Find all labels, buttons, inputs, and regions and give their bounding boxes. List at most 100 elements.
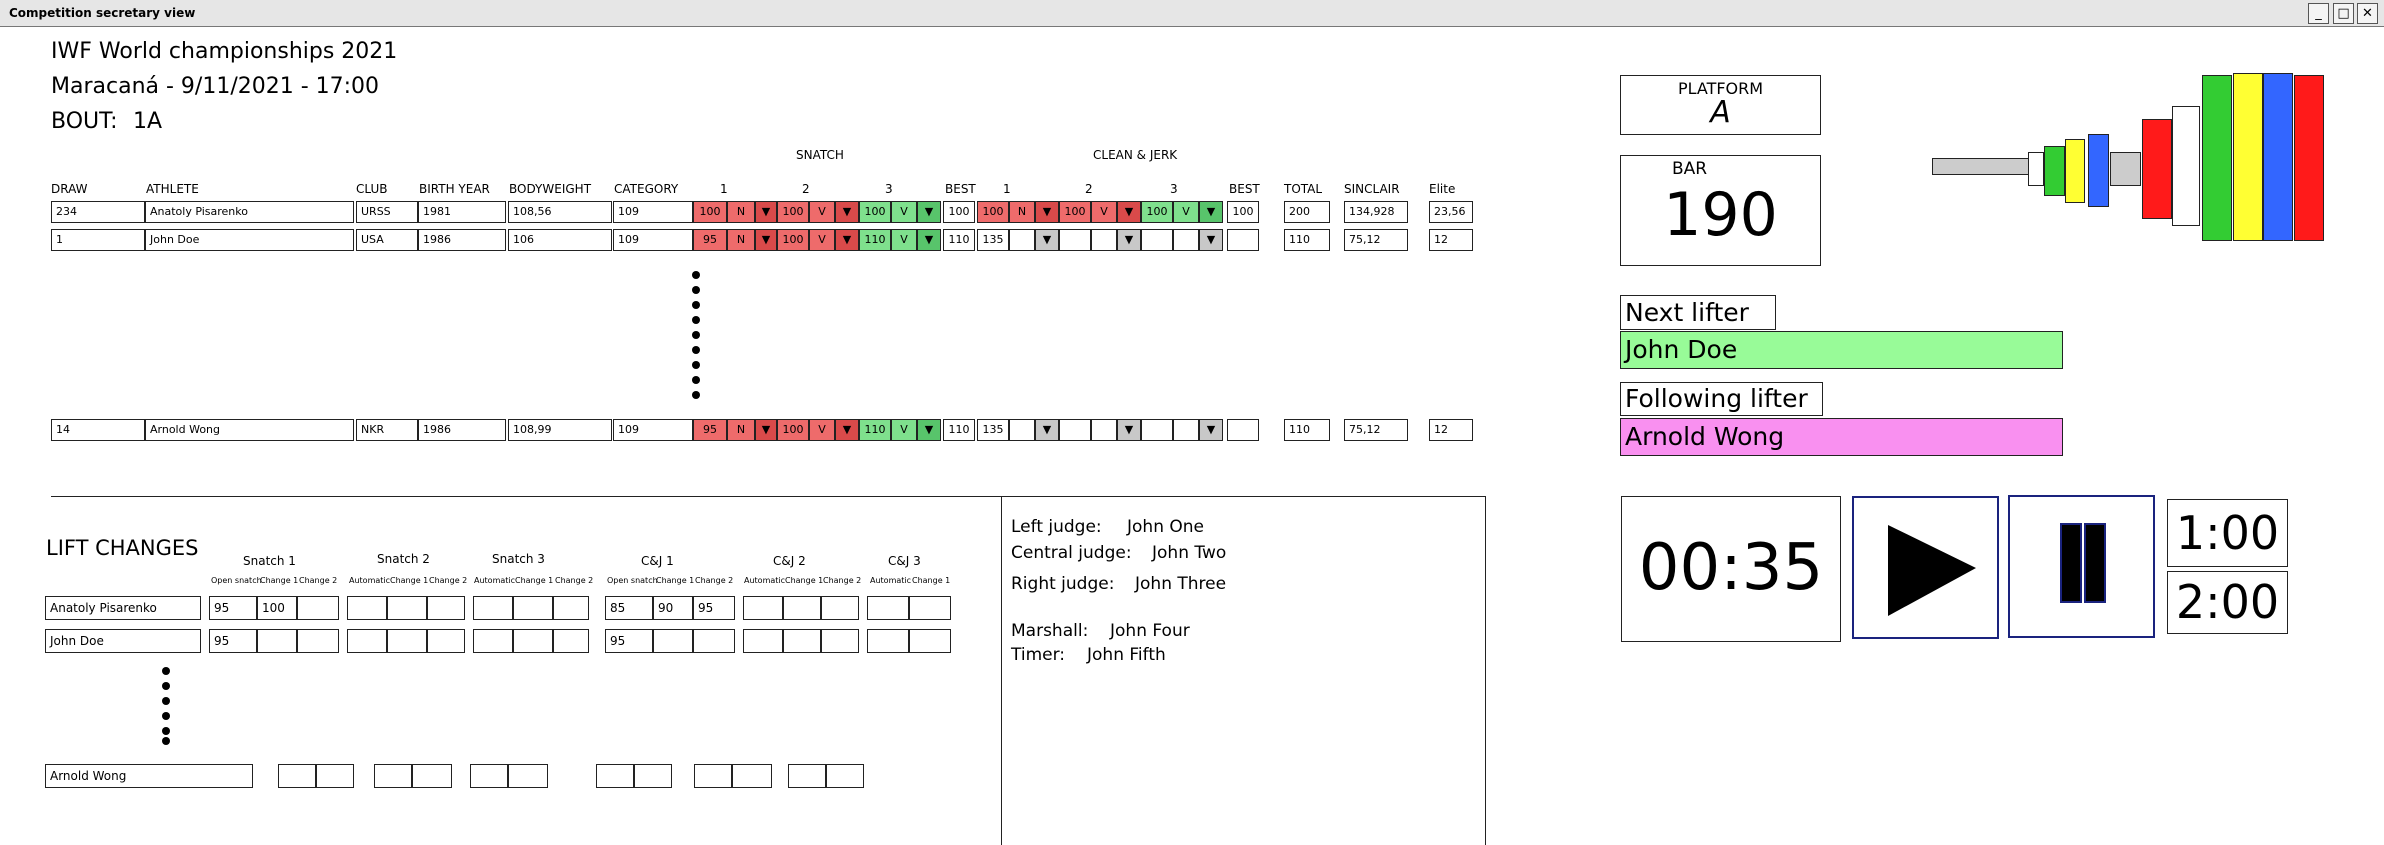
cj-best-field[interactable] (1227, 229, 1259, 251)
dropdown-arrow-icon[interactable]: ▼ (1199, 419, 1223, 441)
change-field[interactable]: 90 (653, 596, 693, 620)
dropdown-arrow-icon[interactable]: ▼ (1035, 229, 1059, 251)
cj2-weight[interactable]: 100 (1059, 201, 1091, 223)
sinclair-field[interactable]: 134,928 (1344, 201, 1408, 223)
athlete-field[interactable]: Arnold Wong (45, 764, 253, 788)
draw-field[interactable]: 1 (51, 229, 145, 251)
change-field[interactable] (783, 629, 821, 653)
sinclair-field[interactable]: 75,12 (1344, 419, 1408, 441)
change-field[interactable] (826, 764, 864, 788)
draw-field[interactable]: 14 (51, 419, 145, 441)
change-field[interactable] (821, 629, 859, 653)
change-field[interactable] (653, 629, 693, 653)
change-field[interactable] (693, 629, 735, 653)
birth-year-field[interactable]: 1981 (418, 201, 506, 223)
change-field[interactable] (634, 764, 672, 788)
cj1-result[interactable] (1009, 229, 1035, 251)
cj2-result[interactable]: V (1091, 201, 1117, 223)
dropdown-arrow-icon[interactable]: ▼ (835, 419, 859, 441)
snatch1-weight[interactable]: 95 (693, 229, 727, 251)
change-field[interactable] (508, 764, 548, 788)
snatch2-weight[interactable]: 100 (777, 419, 809, 441)
open-cj-field[interactable]: 85 (605, 596, 653, 620)
club-field[interactable]: URSS (356, 201, 418, 223)
snatch1-result[interactable]: N (727, 229, 755, 251)
dropdown-arrow-icon[interactable]: ▼ (917, 229, 941, 251)
snatch1-weight[interactable]: 100 (693, 201, 727, 223)
cj3-weight[interactable]: 100 (1141, 201, 1173, 223)
cj3-result[interactable] (1173, 419, 1199, 441)
club-field[interactable]: USA (356, 229, 418, 251)
preset-1min-button[interactable]: 1:00 (2167, 499, 2288, 567)
change-field[interactable] (821, 596, 859, 620)
snatch2-weight[interactable]: 100 (777, 201, 809, 223)
snatch2-result[interactable]: V (809, 229, 835, 251)
cj3-weight[interactable] (1141, 419, 1173, 441)
elite-field[interactable]: 23,56 (1429, 201, 1473, 223)
dropdown-arrow-icon[interactable]: ▼ (835, 201, 859, 223)
athlete-field[interactable]: Arnold Wong (145, 419, 354, 441)
change-field[interactable] (553, 629, 589, 653)
change-field[interactable] (596, 764, 634, 788)
category-field[interactable]: 109 (613, 229, 693, 251)
dropdown-arrow-icon[interactable]: ▼ (1117, 201, 1141, 223)
cj2-result[interactable] (1091, 229, 1117, 251)
change-field[interactable] (387, 629, 427, 653)
snatch1-result[interactable]: N (727, 201, 755, 223)
open-snatch-field[interactable]: 95 (209, 596, 257, 620)
dropdown-arrow-icon[interactable]: ▼ (755, 201, 777, 223)
category-field[interactable]: 109 (613, 419, 693, 441)
dropdown-arrow-icon[interactable]: ▼ (1035, 201, 1059, 223)
change-field[interactable] (278, 764, 316, 788)
change-field[interactable] (694, 764, 732, 788)
snatch3-result[interactable]: V (891, 201, 917, 223)
dropdown-arrow-icon[interactable]: ▼ (1199, 201, 1223, 223)
automatic-field[interactable] (743, 629, 783, 653)
club-field[interactable]: NKR (356, 419, 418, 441)
change-field[interactable] (316, 764, 354, 788)
pause-button[interactable] (2008, 495, 2155, 638)
dropdown-arrow-icon[interactable]: ▼ (755, 419, 777, 441)
automatic-field[interactable] (743, 596, 783, 620)
change-field[interactable] (297, 596, 339, 620)
bodyweight-field[interactable]: 106 (508, 229, 612, 251)
change-field[interactable] (783, 596, 821, 620)
cj3-weight[interactable] (1141, 229, 1173, 251)
close-icon[interactable]: ✕ (2357, 3, 2378, 24)
category-field[interactable]: 109 (613, 201, 693, 223)
cj1-weight[interactable]: 135 (977, 229, 1009, 251)
snatch2-result[interactable]: V (809, 419, 835, 441)
change-field[interactable] (387, 596, 427, 620)
total-field[interactable]: 110 (1284, 419, 1330, 441)
athlete-field[interactable]: Anatoly Pisarenko (45, 596, 201, 620)
cj3-result[interactable] (1173, 229, 1199, 251)
dropdown-arrow-icon[interactable]: ▼ (917, 201, 941, 223)
change-field[interactable] (470, 764, 508, 788)
snatch-best-field[interactable]: 100 (943, 201, 975, 223)
change-field[interactable] (427, 596, 465, 620)
automatic-field[interactable] (473, 596, 513, 620)
automatic-field[interactable] (473, 629, 513, 653)
birth-year-field[interactable]: 1986 (418, 229, 506, 251)
automatic-field[interactable] (347, 596, 387, 620)
cj1-weight[interactable]: 100 (977, 201, 1009, 223)
cj2-result[interactable] (1091, 419, 1117, 441)
cj2-weight[interactable] (1059, 419, 1091, 441)
draw-field[interactable]: 234 (51, 201, 145, 223)
open-cj-field[interactable]: 95 (605, 629, 653, 653)
change-field[interactable] (513, 596, 553, 620)
change-field[interactable] (788, 764, 826, 788)
total-field[interactable]: 110 (1284, 229, 1330, 251)
snatch3-weight[interactable]: 110 (859, 419, 891, 441)
athlete-field[interactable]: John Doe (45, 629, 201, 653)
sinclair-field[interactable]: 75,12 (1344, 229, 1408, 251)
snatch3-weight[interactable]: 110 (859, 229, 891, 251)
snatch2-weight[interactable]: 100 (777, 229, 809, 251)
change-field[interactable] (297, 629, 339, 653)
play-button[interactable] (1852, 496, 1999, 639)
snatch3-result[interactable]: V (891, 419, 917, 441)
cj2-weight[interactable] (1059, 229, 1091, 251)
cj3-result[interactable]: V (1173, 201, 1199, 223)
snatch3-weight[interactable]: 100 (859, 201, 891, 223)
cj-best-field[interactable] (1227, 419, 1259, 441)
